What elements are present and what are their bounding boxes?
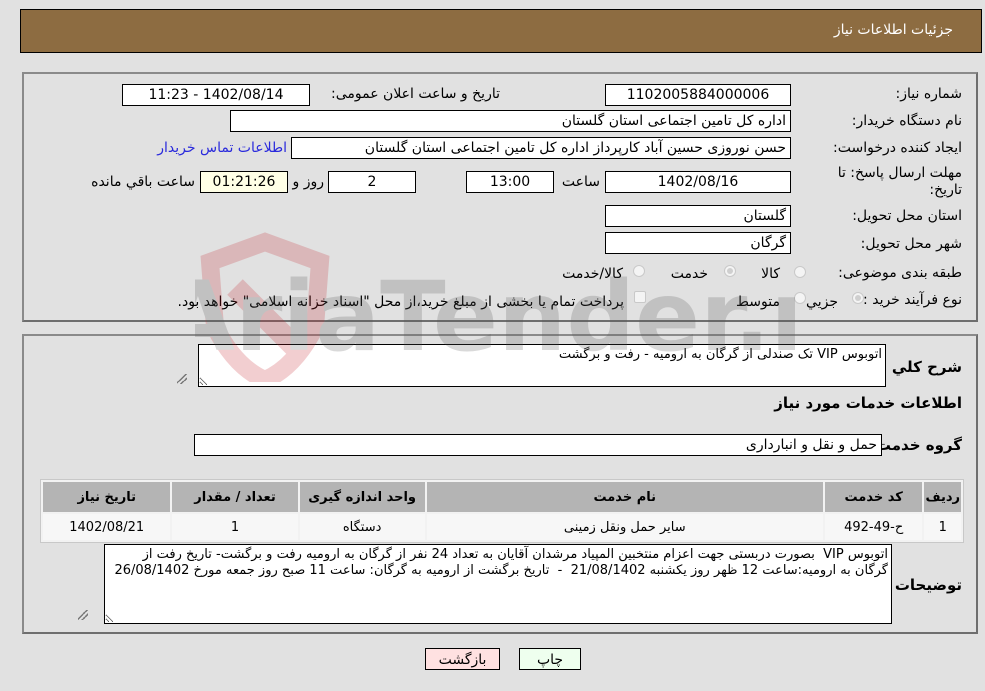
general-description-field[interactable]: اتوبوس VIP تک صندلی از گرگان به ارومیه -… [198, 344, 886, 387]
col-header-unit: واحد اندازه گیری [299, 482, 425, 512]
deadline-date-field: 1402/08/16 [605, 171, 791, 193]
service-group-field: حمل و نقل و انبارداری [194, 434, 882, 456]
buyer-notes-field[interactable]: اتوبوس VIP بصورت دربستی جهت اعزام منتخبی… [104, 544, 892, 624]
remaining-time-label: ساعت باقي مانده [91, 174, 195, 190]
category-radio-service[interactable] [724, 265, 736, 277]
category-label: طبقه بندی موضوعی: [838, 265, 962, 281]
creator-label: ایجاد کننده درخواست: [833, 140, 962, 156]
category-radio-goods[interactable] [794, 266, 806, 278]
print-button[interactable]: چاپ [519, 648, 581, 670]
table-row: 1 ح-49-492 سایر حمل ونقل زمینی دستگاه 1 … [43, 514, 961, 540]
announce-date-label: تاریخ و ساعت اعلان عمومی: [331, 86, 500, 102]
category-radio-goods-service[interactable] [633, 265, 645, 277]
city-field: گرگان [605, 232, 791, 254]
need-details-panel: شماره نیاز: 1102005884000006 تاریخ و ساع… [22, 72, 978, 322]
category-option-goods: کالا [761, 266, 780, 282]
creator-field: حسن نوروزی حسین آباد کارپرداز اداره کل ت… [291, 137, 791, 159]
cell-row-number: 1 [924, 514, 961, 540]
process-radio-medium[interactable] [794, 292, 806, 304]
days-label: روز و [292, 174, 325, 190]
city-label: شهر محل تحویل: [860, 236, 962, 252]
page-header: جزئیات اطلاعات نیاز [20, 9, 982, 53]
deadline-time-field: 13:00 [466, 171, 554, 193]
col-header-quantity: تعداد / مقدار [172, 482, 298, 512]
back-button[interactable]: بازگشت [425, 648, 500, 670]
days-remaining-field: 2 [328, 171, 416, 193]
category-option-service: خدمت [670, 266, 708, 282]
treasury-note: پرداخت تمام یا بخشی از مبلغ خرید،از محل … [177, 294, 624, 310]
cell-service-name: سایر حمل ونقل زمینی [426, 514, 823, 540]
need-number-label: شماره نیاز: [895, 86, 963, 102]
buyer-contact-link[interactable]: اطلاعات تماس خریدار [157, 140, 287, 156]
col-header-service-name: نام خدمت [426, 482, 823, 512]
purchase-process-label: نوع فرآیند خرید : [863, 292, 962, 308]
services-panel: شرح کلي نياز: اتوبوس VIP تک صندلی از گرگ… [22, 334, 978, 634]
process-radio-minor[interactable] [852, 292, 864, 304]
buyer-org-label: نام دستگاه خریدار: [851, 113, 962, 129]
service-group-label: گروه خدمت: [869, 436, 962, 454]
deadline-time-label: ساعت [561, 174, 600, 190]
services-section-title: اطلاعات خدمات مورد نياز [774, 394, 962, 412]
province-label: استان محل تحویل: [852, 208, 962, 224]
process-option-minor: جزيي [806, 294, 838, 310]
cell-service-code: ح-49-492 [824, 514, 923, 540]
process-option-medium: متوسط [736, 294, 780, 310]
need-number-field: 1102005884000006 [605, 84, 791, 106]
cell-unit: دستگاه [299, 514, 425, 540]
resize-grip-icon[interactable] [177, 374, 187, 384]
col-header-service-code: کد خدمت [824, 482, 923, 512]
col-header-need-date: تاریخ نیاز [43, 482, 171, 512]
announce-date-field: 1402/08/14 - 11:23 [122, 84, 310, 106]
page-title: جزئیات اطلاعات نیاز [833, 22, 953, 38]
resize-grip-icon[interactable] [78, 610, 88, 620]
remaining-time-field: 01:21:26 [200, 171, 288, 193]
treasury-checkbox[interactable] [634, 291, 646, 303]
cell-need-date: 1402/08/21 [43, 514, 171, 540]
table-header-row: ردیف کد خدمت نام خدمت واحد اندازه گیری ت… [43, 482, 961, 512]
deadline-label: مهلت ارسال پاسخ: تا تاریخ: [837, 165, 962, 198]
buyer-org-field: اداره کل تامین اجتماعی استان گلستان [230, 110, 791, 132]
province-field: گلستان [605, 205, 791, 227]
cell-quantity: 1 [172, 514, 298, 540]
col-header-row-number: ردیف [924, 482, 961, 512]
services-table: ردیف کد خدمت نام خدمت واحد اندازه گیری ت… [40, 479, 964, 543]
category-option-goods-service: کالا/خدمت [562, 266, 623, 282]
